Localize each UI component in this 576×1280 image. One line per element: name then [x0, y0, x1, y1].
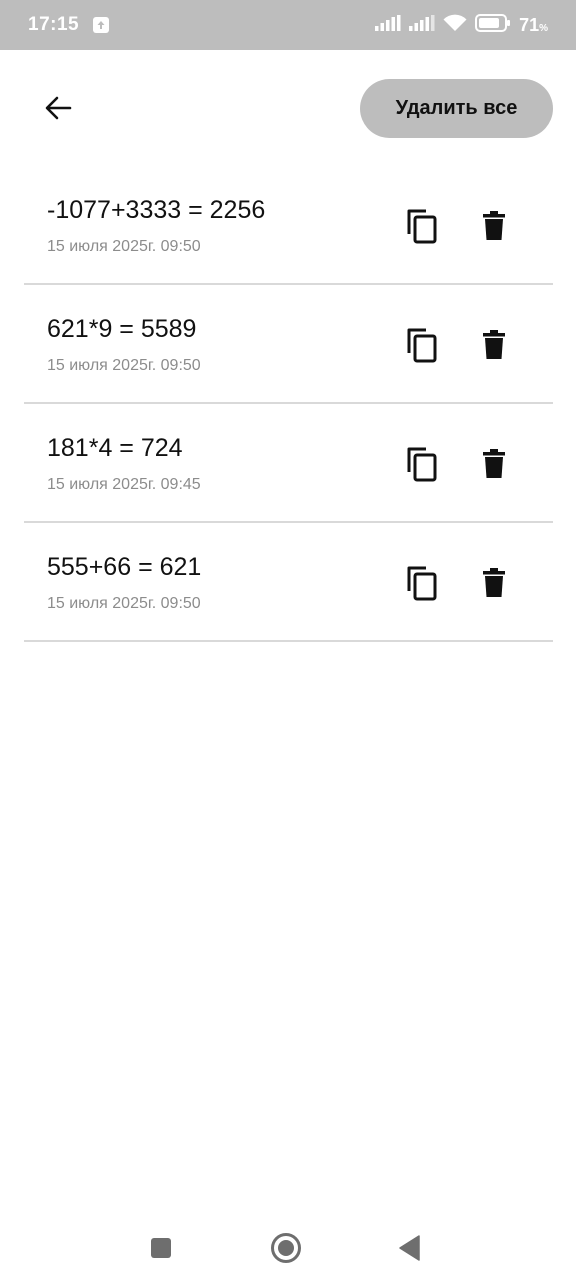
history-list: -1077+3333 = 2256 15 июля 2025г. 09:50 6… [24, 166, 553, 642]
battery-level: 71% [519, 14, 548, 35]
history-date: 15 июля 2025г. 09:45 [47, 476, 201, 493]
history-expression: -1077+3333 = 2256 [47, 196, 266, 224]
copy-button[interactable] [402, 563, 442, 603]
copy-icon [407, 209, 437, 244]
status-icons: 71% [375, 13, 548, 37]
history-item: -1077+3333 = 2256 15 июля 2025г. 09:50 [24, 166, 553, 285]
upload-icon [93, 17, 110, 33]
system-nav-bar [0, 1212, 576, 1280]
history-date: 15 июля 2025г. 09:50 [47, 595, 201, 612]
home-button[interactable] [266, 1228, 306, 1268]
status-time: 17:15 [28, 14, 80, 35]
delete-button[interactable] [474, 563, 514, 603]
copy-button[interactable] [402, 206, 442, 246]
back-nav-button[interactable] [390, 1228, 430, 1268]
history-item: 181*4 = 724 15 июля 2025г. 09:45 [24, 404, 553, 523]
copy-button[interactable] [402, 325, 442, 365]
copy-icon [407, 328, 437, 363]
back-triangle-icon [399, 1235, 420, 1261]
wifi-icon [443, 14, 467, 37]
arrow-left-icon [45, 96, 72, 120]
trash-icon [483, 211, 505, 240]
copy-icon [407, 447, 437, 482]
history-item: 555+66 = 621 15 июля 2025г. 09:50 [24, 523, 553, 642]
trash-icon [483, 449, 505, 478]
battery-icon [475, 13, 511, 37]
history-expression: 555+66 = 621 [47, 553, 202, 581]
recents-button[interactable] [141, 1228, 181, 1268]
history-date: 15 июля 2025г. 09:50 [47, 238, 201, 255]
history-expression: 621*9 = 5589 [47, 315, 197, 343]
history-item: 621*9 = 5589 15 июля 2025г. 09:50 [24, 285, 553, 404]
signal-icon [375, 14, 401, 36]
delete-button[interactable] [474, 444, 514, 484]
history-expression: 181*4 = 724 [47, 434, 183, 462]
delete-all-button[interactable]: Удалить все [360, 79, 553, 138]
delete-button[interactable] [474, 206, 514, 246]
signal-icon [409, 14, 435, 36]
copy-button[interactable] [402, 444, 442, 484]
status-bar: 17:15 71% [0, 0, 576, 50]
history-screen: 17:15 71% Удалить все -1077+3333 = 2256 … [0, 0, 576, 1280]
history-date: 15 июля 2025г. 09:50 [47, 357, 201, 374]
back-button[interactable] [30, 84, 86, 132]
home-circle-icon [271, 1233, 301, 1263]
copy-icon [407, 566, 437, 601]
recents-square-icon [151, 1238, 171, 1258]
delete-button[interactable] [474, 325, 514, 365]
trash-icon [483, 330, 505, 359]
trash-icon [483, 568, 505, 597]
